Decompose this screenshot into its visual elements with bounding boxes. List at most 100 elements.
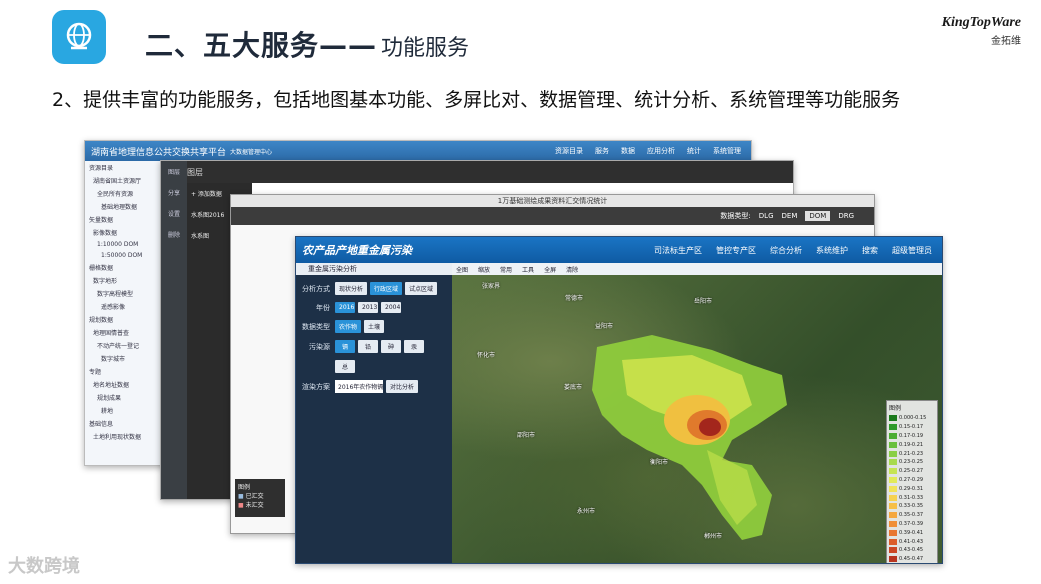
analysis-option[interactable]: 试点区域	[405, 282, 438, 295]
legend-item: 0.45-0.47	[889, 555, 935, 563]
legend-swatch	[889, 512, 897, 519]
map-toolbar: 全图 缩放 常用 工具 全屏 清除	[452, 263, 942, 275]
tree-item[interactable]: 规划数据	[85, 313, 162, 326]
satellite-basemap[interactable]: 张家界 常德市 岳阳市 益阳市 怀化市 娄底市 邵阳市 衡阳市 永州市 郴州市	[452, 275, 942, 563]
pollution-map[interactable]: 全图 缩放 常用 工具 全屏 清除 张家界 常德市 岳阳市 益阳市 怀化市 娄底…	[452, 263, 942, 563]
globe-logo	[52, 10, 106, 64]
scheme-label: 渲染方案	[302, 382, 330, 391]
legend-label: 0.31-0.33	[899, 494, 924, 501]
rail-share[interactable]: 分享	[161, 182, 187, 203]
legend-label: 0.33-0.35	[899, 503, 924, 510]
tree-item[interactable]: 基础信息	[85, 417, 162, 430]
w2-header: 图层	[161, 161, 793, 183]
year-option[interactable]: 2004	[381, 302, 401, 313]
tree-item[interactable]: 矢量数据	[85, 213, 162, 226]
legend-item: 0.21-0.23	[889, 449, 935, 458]
w3-tab[interactable]: DEM	[782, 212, 798, 220]
nav-item[interactable]: 系统维护	[816, 245, 848, 256]
tool-tools[interactable]: 工具	[522, 265, 534, 274]
legend-swatch	[889, 450, 897, 457]
tree-item[interactable]: 湖南省国土资源厅	[85, 174, 162, 187]
pollutant-option[interactable]: 砷	[381, 340, 401, 353]
tree-item[interactable]: 影像数据	[85, 226, 162, 239]
tree-item[interactable]: 规划成果	[85, 391, 162, 404]
nav-item[interactable]: 管控专产区	[716, 245, 756, 256]
rail-settings[interactable]: 设置	[161, 203, 187, 224]
tree-item[interactable]: 1:10000 DOM	[85, 239, 162, 250]
legend-item: 0.29-0.31	[889, 484, 935, 493]
legend-item: 0.41-0.43	[889, 537, 935, 546]
tool-clear[interactable]: 清除	[566, 265, 578, 274]
tree-item[interactable]: 土地利用现状数据	[85, 430, 162, 443]
data-type-option-active[interactable]: 农作物	[335, 320, 362, 333]
globe-icon	[66, 22, 92, 50]
tree-item[interactable]: 不动产统一登记	[85, 339, 162, 352]
user-menu[interactable]: 超级管理员	[892, 245, 932, 256]
pollutant-option[interactable]: 汞	[404, 340, 424, 353]
year-label: 年份	[316, 303, 330, 312]
legend-label: 0.000-0.15	[899, 415, 927, 422]
row-pollutant: 污染源 镉 铅 砷 汞	[300, 340, 452, 353]
pollution-overlay	[592, 335, 787, 540]
rail-delete[interactable]: 删除	[161, 224, 187, 245]
w1-nav-item[interactable]: 系统管理	[713, 146, 741, 156]
tree-item[interactable]: 地名地址数据	[85, 378, 162, 391]
tree-item[interactable]: 1:50000 DOM	[85, 250, 162, 261]
w1-nav-item[interactable]: 服务	[595, 146, 609, 156]
tree-item[interactable]: 数字地形	[85, 274, 162, 287]
w1-nav-item[interactable]: 资源目录	[555, 146, 583, 156]
tree-item[interactable]: 栅格数据	[85, 261, 162, 274]
w1-nav: 资源目录 服务 数据 应用分析 统计 系统管理	[555, 146, 751, 156]
tree-item[interactable]: 资源目录	[85, 161, 162, 174]
legend-label: 0.17-0.19	[899, 432, 924, 439]
city-label: 岳阳市	[694, 298, 713, 305]
year-option[interactable]: 2013	[358, 302, 378, 313]
w3-tab-active[interactable]: DOM	[805, 211, 831, 221]
compare-button[interactable]: 对比分析	[386, 380, 419, 393]
legend-swatch	[889, 547, 897, 554]
title-main: 二、五大服务——	[145, 29, 378, 62]
w1-title-suffix: 大数据管理中心	[230, 148, 273, 156]
tree-item[interactable]: 基础地理数据	[85, 200, 162, 213]
search-button[interactable]: 搜索	[862, 245, 878, 256]
tool-zoom[interactable]: 缩放	[478, 265, 490, 274]
w1-nav-item[interactable]: 数据	[621, 146, 635, 156]
scheme-select[interactable]: 2016年农作物镉含量分	[335, 380, 383, 393]
tree-item[interactable]: 数字高程模型	[85, 287, 162, 300]
nav-item[interactable]: 综合分析	[770, 245, 802, 256]
data-type-option[interactable]: 土壤	[364, 320, 385, 333]
w4-nav: 司法标生产区 管控专产区 综合分析 系统维护 搜索 超级管理员	[654, 245, 942, 256]
legend-label: 0.41-0.43	[899, 538, 924, 545]
tool-fullscreen[interactable]: 全屏	[544, 265, 556, 274]
legend-label: 0.43-0.45	[899, 547, 924, 554]
legend-label: 0.29-0.31	[899, 485, 924, 492]
pollutant-option-active[interactable]: 镉	[335, 340, 355, 353]
tree-item[interactable]: 遥感影像	[85, 300, 162, 313]
w3-tab[interactable]: DRG	[838, 212, 854, 220]
legend-swatch	[889, 556, 897, 563]
section-title: 重金属污染分析	[296, 263, 452, 275]
analysis-option[interactable]: 现状分析	[335, 282, 368, 295]
tree-item[interactable]: 数字城市	[85, 352, 162, 365]
analysis-option-active[interactable]: 行政区域	[370, 282, 403, 295]
w1-nav-item[interactable]: 统计	[687, 146, 701, 156]
tree-item[interactable]: 耕地	[85, 404, 162, 417]
tree-item[interactable]: 地理国情普查	[85, 326, 162, 339]
w3-legend: 图例 ■ 已汇交 ■ 未汇交	[235, 479, 285, 517]
w3-title: 1万基础测绘成果资料汇交情况统计	[231, 195, 874, 207]
w3-tab[interactable]: DLG	[759, 212, 774, 220]
legend-swatch	[889, 459, 897, 466]
tool-full-extent[interactable]: 全图	[456, 265, 468, 274]
pollutant-option[interactable]: 总	[335, 360, 355, 373]
nav-item[interactable]: 司法标生产区	[654, 245, 702, 256]
pollutant-option[interactable]: 铅	[358, 340, 378, 353]
brand-en: KingTopWare	[941, 15, 1021, 30]
legend-item: 0.31-0.33	[889, 493, 935, 502]
year-option-active[interactable]: 2016	[335, 302, 355, 313]
tree-item[interactable]: 专题	[85, 365, 162, 378]
tool-common[interactable]: 常用	[500, 265, 512, 274]
legend-label: 0.19-0.21	[899, 441, 924, 448]
tree-item[interactable]: 全民所有资源	[85, 187, 162, 200]
w1-nav-item[interactable]: 应用分析	[647, 146, 675, 156]
rail-layers[interactable]: 图层	[161, 161, 187, 182]
